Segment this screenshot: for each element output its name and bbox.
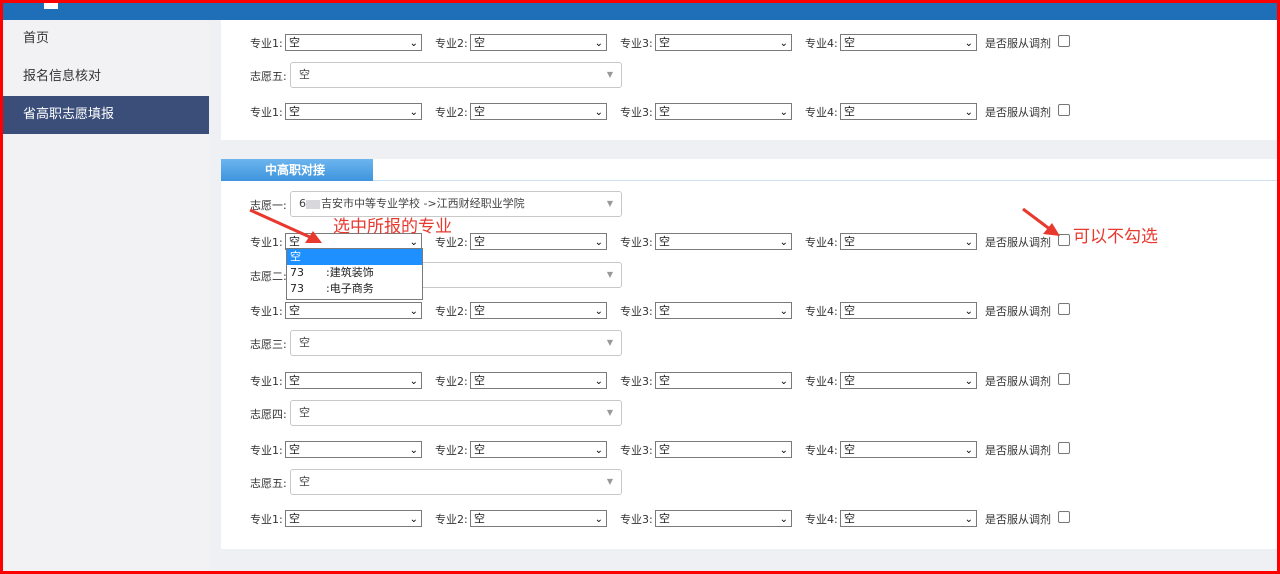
arrow-to-adjust-checkbox — [1022, 207, 1060, 236]
arrow-to-major1-select — [249, 208, 322, 243]
annotation-arrows — [249, 207, 1060, 243]
